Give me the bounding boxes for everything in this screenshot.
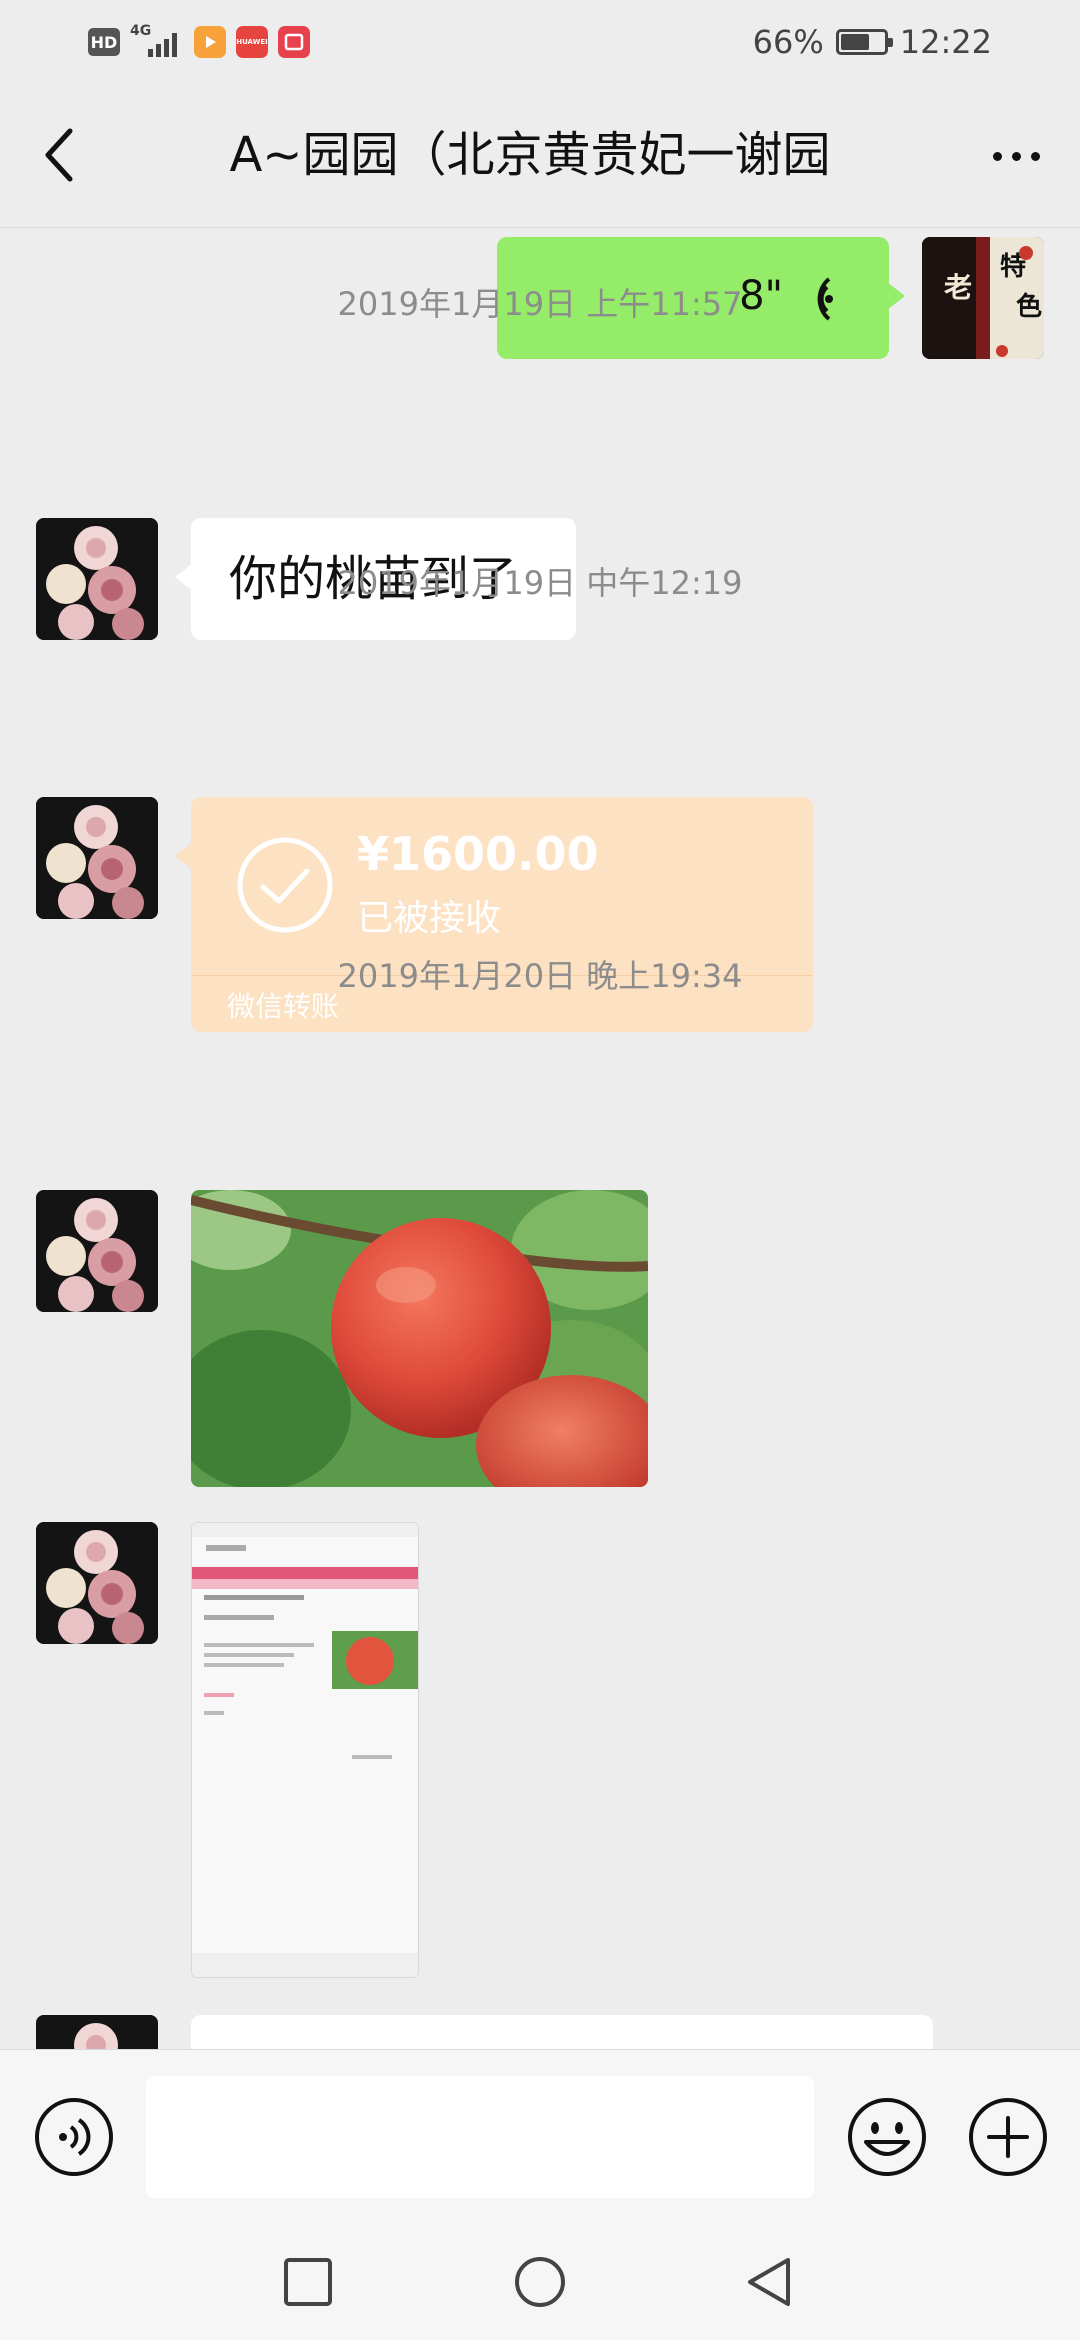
huawei-app-icon: HUAWEI [236, 26, 268, 58]
peach-photo-message[interactable] [191, 1190, 648, 1487]
battery-icon [835, 29, 893, 55]
text-message-bubble[interactable] [191, 2015, 933, 2049]
screenshot-image-message[interactable] [191, 1522, 419, 1978]
status-left: HD 4G HUAWEI [88, 22, 310, 62]
contact-avatar[interactable] [36, 797, 158, 919]
contact-avatar[interactable] [36, 1522, 158, 1644]
hd-badge: HD [88, 28, 120, 56]
input-bar [0, 2049, 1080, 2220]
more-button[interactable] [976, 128, 1056, 184]
triangle-back-icon [748, 2258, 790, 2306]
more-actions-button[interactable] [967, 2096, 1049, 2178]
clock: 12:22 [899, 23, 992, 61]
system-nav-bar [0, 2220, 1080, 2340]
square-icon [284, 2258, 332, 2306]
status-bar: HD 4G HUAWEI 66% 12:22 [0, 0, 1080, 82]
transfer-amount: ¥1600.00 [357, 827, 599, 881]
chat-header: A~园园（北京黄贵妃一谢园 [0, 82, 1080, 228]
chat-screen: HD 4G HUAWEI 66% 12:22 A~园园（北京黄贵妃一谢园 8" … [0, 0, 1080, 2340]
timestamp: 2019年1月19日 上午11:57 [337, 285, 743, 323]
contact-avatar[interactable] [36, 2015, 158, 2049]
transfer-status: 已被接收 [357, 898, 502, 939]
back-button[interactable] [30, 122, 90, 188]
recents-button[interactable] [280, 2254, 336, 2310]
emoji-button[interactable] [846, 2096, 928, 2178]
circle-icon [515, 2257, 565, 2307]
plus-circle-icon [969, 2098, 1047, 2176]
voice-mode-icon [35, 2098, 113, 2176]
notes-app-icon [278, 26, 310, 58]
chevron-left-icon [45, 128, 73, 182]
timestamp: 2019年1月19日 中午12:19 [337, 564, 743, 602]
timestamp: 2019年1月20日 晚上19:34 [337, 957, 743, 995]
voice-mode-button[interactable] [33, 2096, 115, 2178]
message-input[interactable] [146, 2076, 814, 2198]
check-circle-icon [237, 837, 333, 933]
chat-title: A~园园（北京黄贵妃一谢园 [229, 127, 831, 183]
video-app-icon [194, 26, 226, 58]
more-horizontal-icon [992, 151, 1002, 161]
message-list[interactable]: 8" 老 特 色 2019年1月19日 上午11:57 你的桃苗到了 2019年… [0, 229, 1080, 2049]
signal-icon: 4G [130, 23, 184, 59]
nav-back-button[interactable] [742, 2254, 798, 2310]
home-button[interactable] [512, 2254, 568, 2310]
battery-percent: 66% [752, 23, 824, 61]
status-right: 66% 12:22 [753, 20, 992, 64]
contact-avatar[interactable] [36, 1190, 158, 1312]
emoji-icon [848, 2098, 926, 2176]
